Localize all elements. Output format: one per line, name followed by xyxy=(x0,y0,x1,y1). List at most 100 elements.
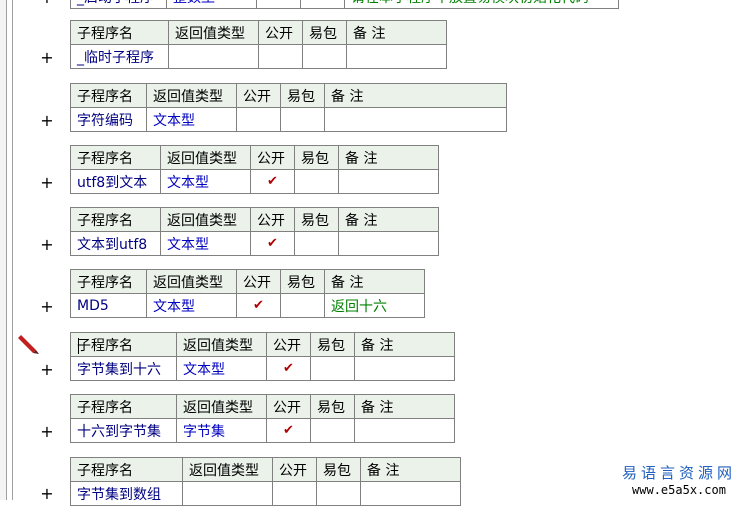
header-public: 公开 xyxy=(236,83,281,108)
header-return-type: 返回值类型 xyxy=(176,394,267,419)
header-public: 公开 xyxy=(272,457,317,482)
easy-pack-cell[interactable] xyxy=(316,481,361,506)
return-type-cell[interactable] xyxy=(168,44,259,69)
easy-pack-cell[interactable] xyxy=(310,418,355,443)
subroutine-table: 子程序名 返回值类型 公开 易包 备 注 utf8到文本 文本型 ✔ xyxy=(70,145,439,194)
public-check[interactable]: ✔ xyxy=(266,356,311,381)
watermark: 易语言资源网 www.e5a5x.com xyxy=(622,462,736,497)
header-public: 公开 xyxy=(250,145,295,170)
public-cell[interactable] xyxy=(258,44,303,69)
note-cell[interactable] xyxy=(338,169,439,194)
expand-button[interactable]: + xyxy=(40,173,54,192)
sub-name-cell[interactable]: utf8到文本 xyxy=(70,169,161,194)
expand-button[interactable]: + xyxy=(40,422,54,441)
header-return-type: 返回值类型 xyxy=(182,457,273,482)
header-name: 子程序名 xyxy=(70,332,177,357)
public-cell[interactable] xyxy=(236,107,281,132)
expand-button[interactable]: + xyxy=(40,360,54,379)
expand-button[interactable]: + xyxy=(40,484,54,503)
header-note: 备 注 xyxy=(338,207,439,232)
header-return-type: 返回值类型 xyxy=(146,269,237,294)
easy-pack-cell[interactable] xyxy=(302,44,347,69)
header-easy-pack: 易包 xyxy=(310,394,355,419)
expand-button[interactable]: + xyxy=(40,235,54,254)
left-gutter xyxy=(0,0,7,500)
sub-name-cell[interactable]: 十六到字节集 xyxy=(70,418,177,443)
easy-pack-cell[interactable] xyxy=(280,293,325,318)
easy-pack-cell[interactable] xyxy=(294,169,339,194)
subroutine-table: 子程序名 返回值类型 公开 易包 备 注 十六到字节集 字节集 ✔ xyxy=(70,394,455,443)
subroutine-table: 子程序名 返回值类型 公开 易包 备 注 MD5 文本型 ✔ 返回十六 xyxy=(70,269,425,318)
sub-name-cell[interactable]: 字符编码 xyxy=(70,107,147,132)
header-name: 子程序名 xyxy=(70,394,177,419)
sub-name-cell[interactable]: _临时子程序 xyxy=(70,44,169,69)
header-name: 子程序名 xyxy=(70,145,161,170)
return-type-cell[interactable]: 文本型 xyxy=(160,169,251,194)
sub-name-cell[interactable]: 字节集到十六 xyxy=(70,356,177,381)
header-note: 备 注 xyxy=(338,145,439,170)
header-return-type: 返回值类型 xyxy=(146,83,237,108)
subroutine-table: 子程序名 返回值类型 公开 易包 备 注 字节集到数组 xyxy=(70,457,461,506)
easy-pack-cell[interactable] xyxy=(310,356,355,381)
note-cell[interactable] xyxy=(338,231,439,256)
subroutine-table: 子程序名 返回值类型 公开 易包 备 注 文本到utf8 文本型 ✔ xyxy=(70,207,439,256)
header-return-type: 返回值类型 xyxy=(160,207,251,232)
return-type-cell[interactable]: 文本型 xyxy=(176,356,267,381)
note-cell[interactable] xyxy=(360,481,461,506)
return-type-cell[interactable]: 整数型 xyxy=(166,0,257,9)
return-type-cell[interactable]: 文本型 xyxy=(146,107,237,132)
note-cell[interactable] xyxy=(354,356,455,381)
watermark-title: 易语言资源网 xyxy=(621,464,736,482)
easy-pack-cell[interactable] xyxy=(294,231,339,256)
pencil-icon xyxy=(18,335,39,354)
note-cell[interactable]: 请在本子程序中放置易模块初始化代码 xyxy=(344,0,619,9)
sub-name-cell[interactable]: _启动子程序 xyxy=(70,0,167,9)
note-cell[interactable] xyxy=(346,44,447,69)
subroutine-table: 子程序名 返回值类型 公开 易包 备 注 字节集到十六 文本型 ✔ xyxy=(70,332,455,381)
public-check[interactable]: ✔ xyxy=(266,418,311,443)
expand-button[interactable]: + xyxy=(40,111,54,130)
return-type-cell[interactable]: 字节集 xyxy=(176,418,267,443)
public-check[interactable]: ✔ xyxy=(250,169,295,194)
header-name: 子程序名 xyxy=(70,457,183,482)
header-easy-pack: 易包 xyxy=(294,145,339,170)
header-easy-pack: 易包 xyxy=(310,332,355,357)
subroutine-table: 子程序名 返回值类型 公开 易包 备 注 字符编码 文本型 xyxy=(70,83,507,132)
return-type-cell[interactable]: 文本型 xyxy=(160,231,251,256)
header-return-type: 返回值类型 xyxy=(176,332,267,357)
expand-button[interactable]: + xyxy=(40,297,54,316)
header-note: 备 注 xyxy=(354,394,455,419)
note-cell[interactable] xyxy=(354,418,455,443)
return-type-cell[interactable] xyxy=(182,481,273,506)
subroutine-table: 子程序名 返回值类型 公开 易包 备 注 _临时子程序 xyxy=(70,20,447,69)
note-cell[interactable] xyxy=(324,107,507,132)
subroutine-table-partial: _启动子程序 整数型 请在本子程序中放置易模块初始化代码 xyxy=(70,0,619,9)
header-note: 备 注 xyxy=(354,332,455,357)
gutter-line xyxy=(12,0,13,500)
header-note: 备 注 xyxy=(324,83,507,108)
public-cell[interactable] xyxy=(256,0,301,9)
header-name: 子程序名 xyxy=(70,20,169,45)
expand-button[interactable]: + xyxy=(40,0,54,7)
text-cursor xyxy=(78,338,79,354)
header-public: 公开 xyxy=(250,207,295,232)
header-easy-pack: 易包 xyxy=(294,207,339,232)
return-type-cell[interactable]: 文本型 xyxy=(146,293,237,318)
note-cell[interactable]: 返回十六 xyxy=(324,293,425,318)
sub-name-cell[interactable]: MD5 xyxy=(70,293,147,318)
header-return-type: 返回值类型 xyxy=(160,145,251,170)
header-note: 备 注 xyxy=(346,20,447,45)
sub-name-cell[interactable]: 文本到utf8 xyxy=(70,231,161,256)
public-check[interactable]: ✔ xyxy=(250,231,295,256)
public-cell[interactable] xyxy=(272,481,317,506)
easy-pack-cell[interactable] xyxy=(300,0,345,9)
expand-button[interactable]: + xyxy=(40,48,54,67)
sub-name-cell[interactable]: 字节集到数组 xyxy=(70,481,183,506)
header-public: 公开 xyxy=(266,332,311,357)
header-name: 子程序名 xyxy=(70,207,161,232)
header-name: 子程序名 xyxy=(70,269,147,294)
header-easy-pack: 易包 xyxy=(280,83,325,108)
public-check[interactable]: ✔ xyxy=(236,293,281,318)
easy-pack-cell[interactable] xyxy=(280,107,325,132)
header-public: 公开 xyxy=(258,20,303,45)
